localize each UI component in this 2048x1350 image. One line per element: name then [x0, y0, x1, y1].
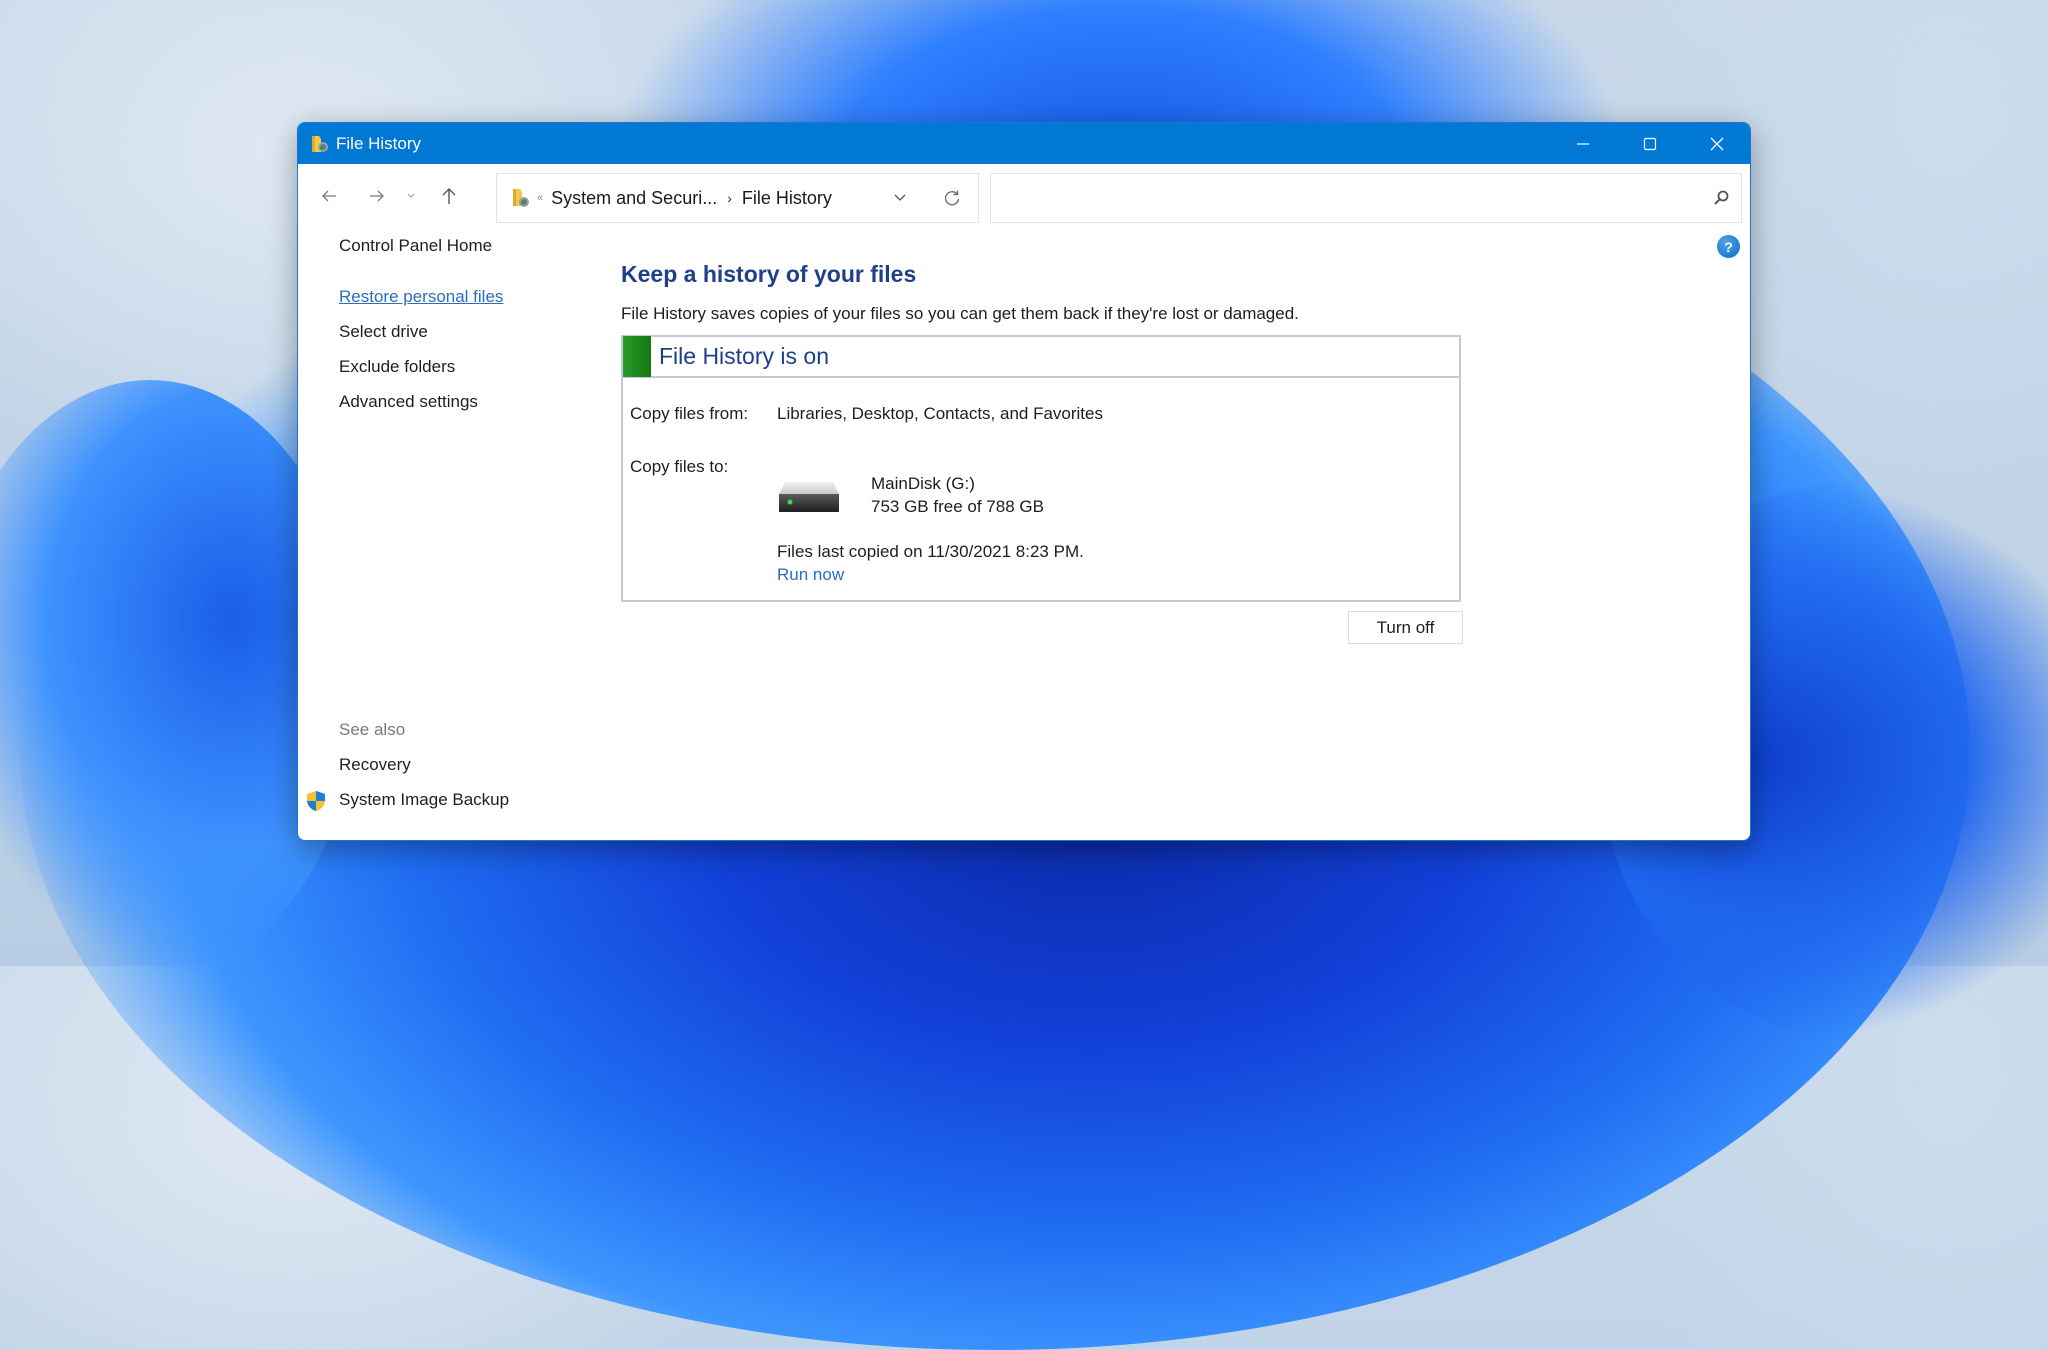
search-button[interactable] — [1701, 189, 1741, 207]
breadcrumb-separator[interactable]: › — [727, 190, 732, 206]
window-title: File History — [336, 133, 422, 153]
drive-name: MainDisk (G:) — [871, 474, 975, 493]
control-panel-home-link[interactable]: Control Panel Home — [339, 228, 599, 263]
refresh-icon — [944, 190, 960, 206]
sidebar-item-exclude-folders[interactable]: Exclude folders — [339, 349, 599, 384]
file-history-app-icon — [310, 134, 330, 154]
sidebar-item-advanced-settings[interactable]: Advanced settings — [339, 384, 599, 419]
close-button[interactable] — [1683, 123, 1750, 164]
forward-button[interactable] — [357, 176, 397, 216]
help-button[interactable]: ? — [1717, 235, 1740, 258]
address-overflow[interactable]: « — [537, 192, 543, 204]
maximize-button[interactable] — [1616, 123, 1683, 164]
search-box[interactable] — [990, 173, 1742, 223]
status-panel: File History is on Copy files from: Libr… — [621, 335, 1461, 602]
copy-to-label: Copy files to: — [630, 457, 729, 476]
breadcrumb-file-history[interactable]: File History — [742, 188, 832, 209]
back-arrow-icon — [322, 190, 336, 202]
page-title: Keep a history of your files — [621, 261, 917, 287]
search-input[interactable] — [991, 174, 1701, 222]
recent-locations-button[interactable] — [399, 176, 423, 216]
help-icon: ? — [1724, 238, 1733, 255]
see-also-section: See also Recovery System Image Backup — [307, 712, 639, 817]
maximize-icon — [1643, 137, 1656, 150]
back-button[interactable] — [309, 176, 349, 216]
see-also-recovery-link[interactable]: Recovery — [339, 747, 639, 782]
turn-off-button[interactable]: Turn off — [1348, 611, 1463, 644]
main-content: Keep a history of your files File Histor… — [621, 257, 1461, 602]
minimize-icon — [1576, 142, 1589, 145]
search-icon — [1714, 190, 1729, 205]
close-icon — [1710, 137, 1723, 150]
refresh-button[interactable] — [940, 186, 964, 210]
up-arrow-icon — [442, 188, 456, 204]
last-copied-text: Files last copied on 11/30/2021 8:23 PM. — [777, 542, 1084, 561]
run-now-link[interactable]: Run now — [777, 565, 844, 585]
title-bar[interactable]: File History — [298, 123, 1750, 164]
address-dropdown-button[interactable] — [888, 186, 912, 210]
sidebar: Control Panel Home Restore personal file… — [339, 228, 599, 419]
drive-space: 753 GB free of 788 GB — [871, 497, 1044, 516]
chevron-down-icon — [894, 194, 906, 201]
see-also-system-image-backup[interactable]: System Image Backup — [307, 782, 639, 817]
up-button[interactable] — [429, 176, 469, 216]
system-image-backup-label[interactable]: System Image Backup — [339, 790, 509, 809]
sidebar-item-select-drive[interactable]: Select drive — [339, 314, 599, 349]
uac-shield-icon — [305, 789, 327, 811]
see-also-heading: See also — [339, 720, 406, 739]
status-title: File History is on — [659, 343, 829, 369]
minimize-button[interactable] — [1549, 123, 1616, 164]
file-history-window: File History « System and Securi... › Fi… — [297, 122, 1751, 841]
page-description: File History saves copies of your files … — [621, 304, 1299, 323]
navigation-bar: « System and Securi... › File History — [298, 164, 1750, 228]
status-indicator — [623, 336, 651, 377]
chevron-down-icon — [407, 193, 415, 198]
breadcrumb-system-security[interactable]: System and Securi... — [551, 188, 717, 209]
file-history-location-icon — [511, 187, 531, 209]
copy-from-value: Libraries, Desktop, Contacts, and Favori… — [777, 404, 1103, 423]
forward-arrow-icon — [370, 190, 384, 202]
sidebar-item-restore-personal-files[interactable]: Restore personal files — [339, 279, 599, 314]
address-bar[interactable]: « System and Securi... › File History — [496, 173, 979, 223]
copy-from-label: Copy files from: — [630, 404, 749, 423]
hard-drive-icon — [777, 476, 841, 516]
